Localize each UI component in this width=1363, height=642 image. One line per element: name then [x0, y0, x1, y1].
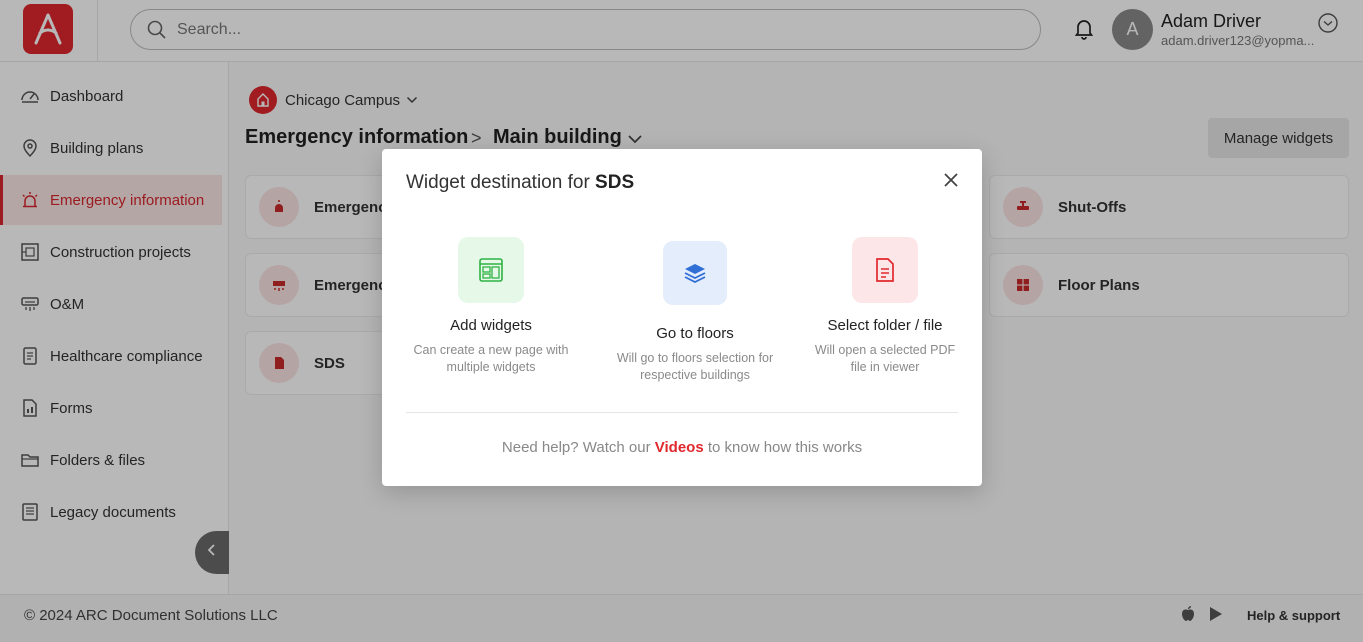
modal-divider — [406, 412, 958, 413]
help-suffix: to know how this works — [703, 439, 863, 456]
layers-icon — [663, 241, 727, 305]
option-description: Will go to floors selection for respectiv… — [616, 351, 774, 382]
file-icon — [852, 237, 918, 303]
option-title: Select folder / file — [827, 317, 943, 334]
widgets-icon — [458, 237, 524, 303]
option-add-widgets[interactable]: Add widgets Can create a new page with mu… — [401, 237, 581, 376]
help-prefix: Need help? Watch our — [501, 439, 655, 456]
close-icon[interactable] — [940, 169, 962, 191]
modal-title-prefix: Widget destination for — [406, 172, 596, 193]
modal-title-target: SDS — [595, 172, 635, 193]
videos-link[interactable]: Videos — [655, 439, 704, 456]
modal-help-text: Need help? Watch our Videos to know how … — [382, 439, 982, 456]
option-description: Can create a new page with multiple widge… — [413, 343, 569, 374]
option-description: Will open a selected PDF file in viewer — [814, 343, 956, 374]
modal-title: Widget destination for SDS — [406, 172, 634, 194]
option-go-to-floors[interactable]: Go to floors Will go to floors selection… — [605, 241, 785, 384]
option-title: Add widgets — [450, 317, 532, 334]
option-title: Go to floors — [656, 325, 734, 342]
option-select-folder-file[interactable]: Select folder / file Will open a selecte… — [795, 237, 975, 376]
widget-destination-modal: Widget destination for SDS Add widgets C… — [382, 149, 982, 486]
